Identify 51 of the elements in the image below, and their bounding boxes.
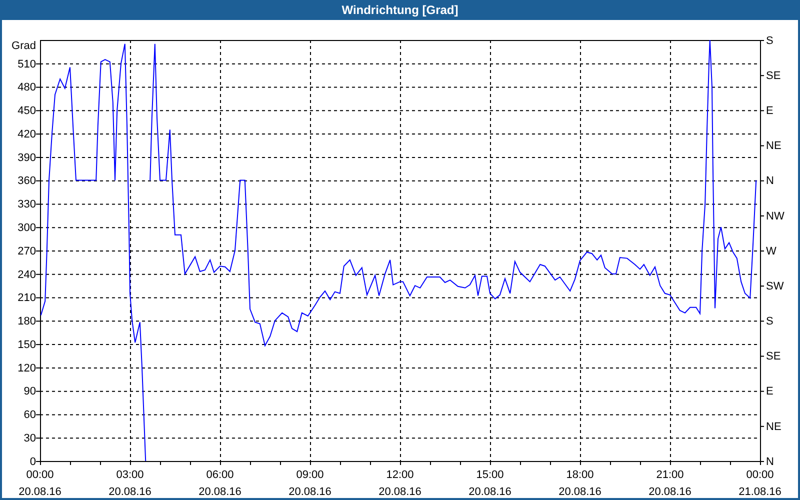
x-axis-date-label: 20.08.16: [18, 486, 62, 498]
compass-axis-label: E: [766, 386, 774, 398]
y-axis-label: 390: [18, 152, 36, 164]
compass-axis-label: S: [766, 316, 774, 328]
compass-axis-label: SE: [766, 70, 781, 82]
y-axis-label: 420: [18, 128, 36, 140]
x-axis-time-label: 12:00: [386, 469, 414, 481]
x-axis-time-label: 21:00: [656, 469, 684, 481]
x-axis-date-label: 20.08.16: [558, 486, 602, 498]
y-axis-label: 180: [18, 316, 36, 328]
x-axis-time-label: 03:00: [116, 469, 144, 481]
y-axis-label: 60: [24, 409, 36, 422]
compass-axis-label: N: [766, 175, 774, 188]
window-title: Windrichtung [Grad]: [342, 4, 458, 16]
compass-axis-label: NE: [766, 420, 782, 433]
x-axis-date-label: 20.08.16: [108, 486, 152, 498]
compass-axis-label: S: [766, 34, 774, 47]
y-axis-title: Grad: [12, 40, 36, 52]
compass-axis-label: W: [766, 245, 776, 258]
y-axis-label: 240: [18, 268, 36, 281]
x-axis-date-label: 20.08.16: [378, 486, 422, 498]
y-axis-label: 210: [18, 292, 36, 304]
y-axis-label: 150: [18, 338, 36, 351]
y-axis-label: 360: [18, 175, 36, 188]
x-axis-date-label: 20.08.16: [648, 486, 692, 498]
y-axis-label: 450: [18, 105, 36, 118]
x-axis-time-label: 18:00: [566, 469, 594, 481]
x-axis-time-label: 00:00: [746, 469, 774, 481]
x-axis-time-label: 00:00: [26, 469, 54, 481]
y-axis-label: 0: [30, 456, 36, 468]
compass-axis-label: NE: [766, 140, 782, 152]
compass-axis-label: SW: [766, 280, 784, 292]
y-axis-label: 330: [18, 198, 36, 211]
x-axis-time-label: 09:00: [296, 469, 324, 481]
y-axis-label: 90: [24, 386, 36, 398]
y-axis-label: 300: [18, 222, 36, 234]
compass-axis-label: NW: [766, 210, 784, 222]
y-axis-label: 120: [18, 362, 36, 374]
x-axis-time-label: 15:00: [476, 469, 504, 481]
x-axis-date-label: 21.08.16: [738, 486, 782, 498]
compass-axis-label: N: [766, 456, 774, 468]
y-axis-label: 30: [24, 432, 36, 445]
y-axis-label: 480: [18, 82, 36, 94]
y-axis-label: 510: [18, 58, 36, 70]
compass-axis-label: SE: [766, 350, 781, 363]
x-axis-date-label: 20.08.16: [288, 486, 332, 498]
x-axis-date-label: 20.08.16: [198, 486, 242, 498]
y-axis-label: 270: [18, 245, 36, 258]
x-axis-time-label: 06:00: [206, 469, 234, 481]
compass-axis-label: E: [766, 105, 774, 118]
x-axis-date-label: 20.08.16: [468, 486, 512, 498]
